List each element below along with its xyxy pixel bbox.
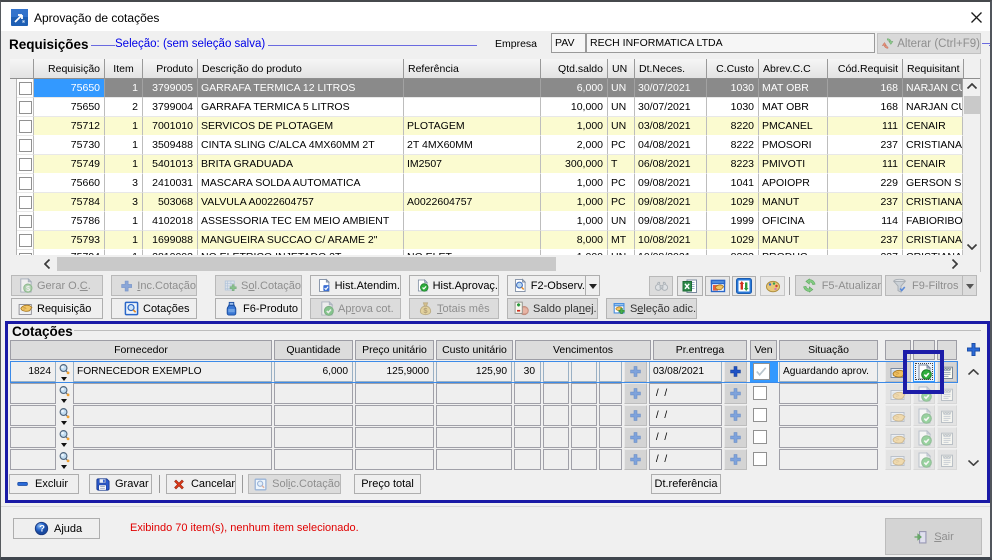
svg-text:?: ? (39, 524, 45, 534)
